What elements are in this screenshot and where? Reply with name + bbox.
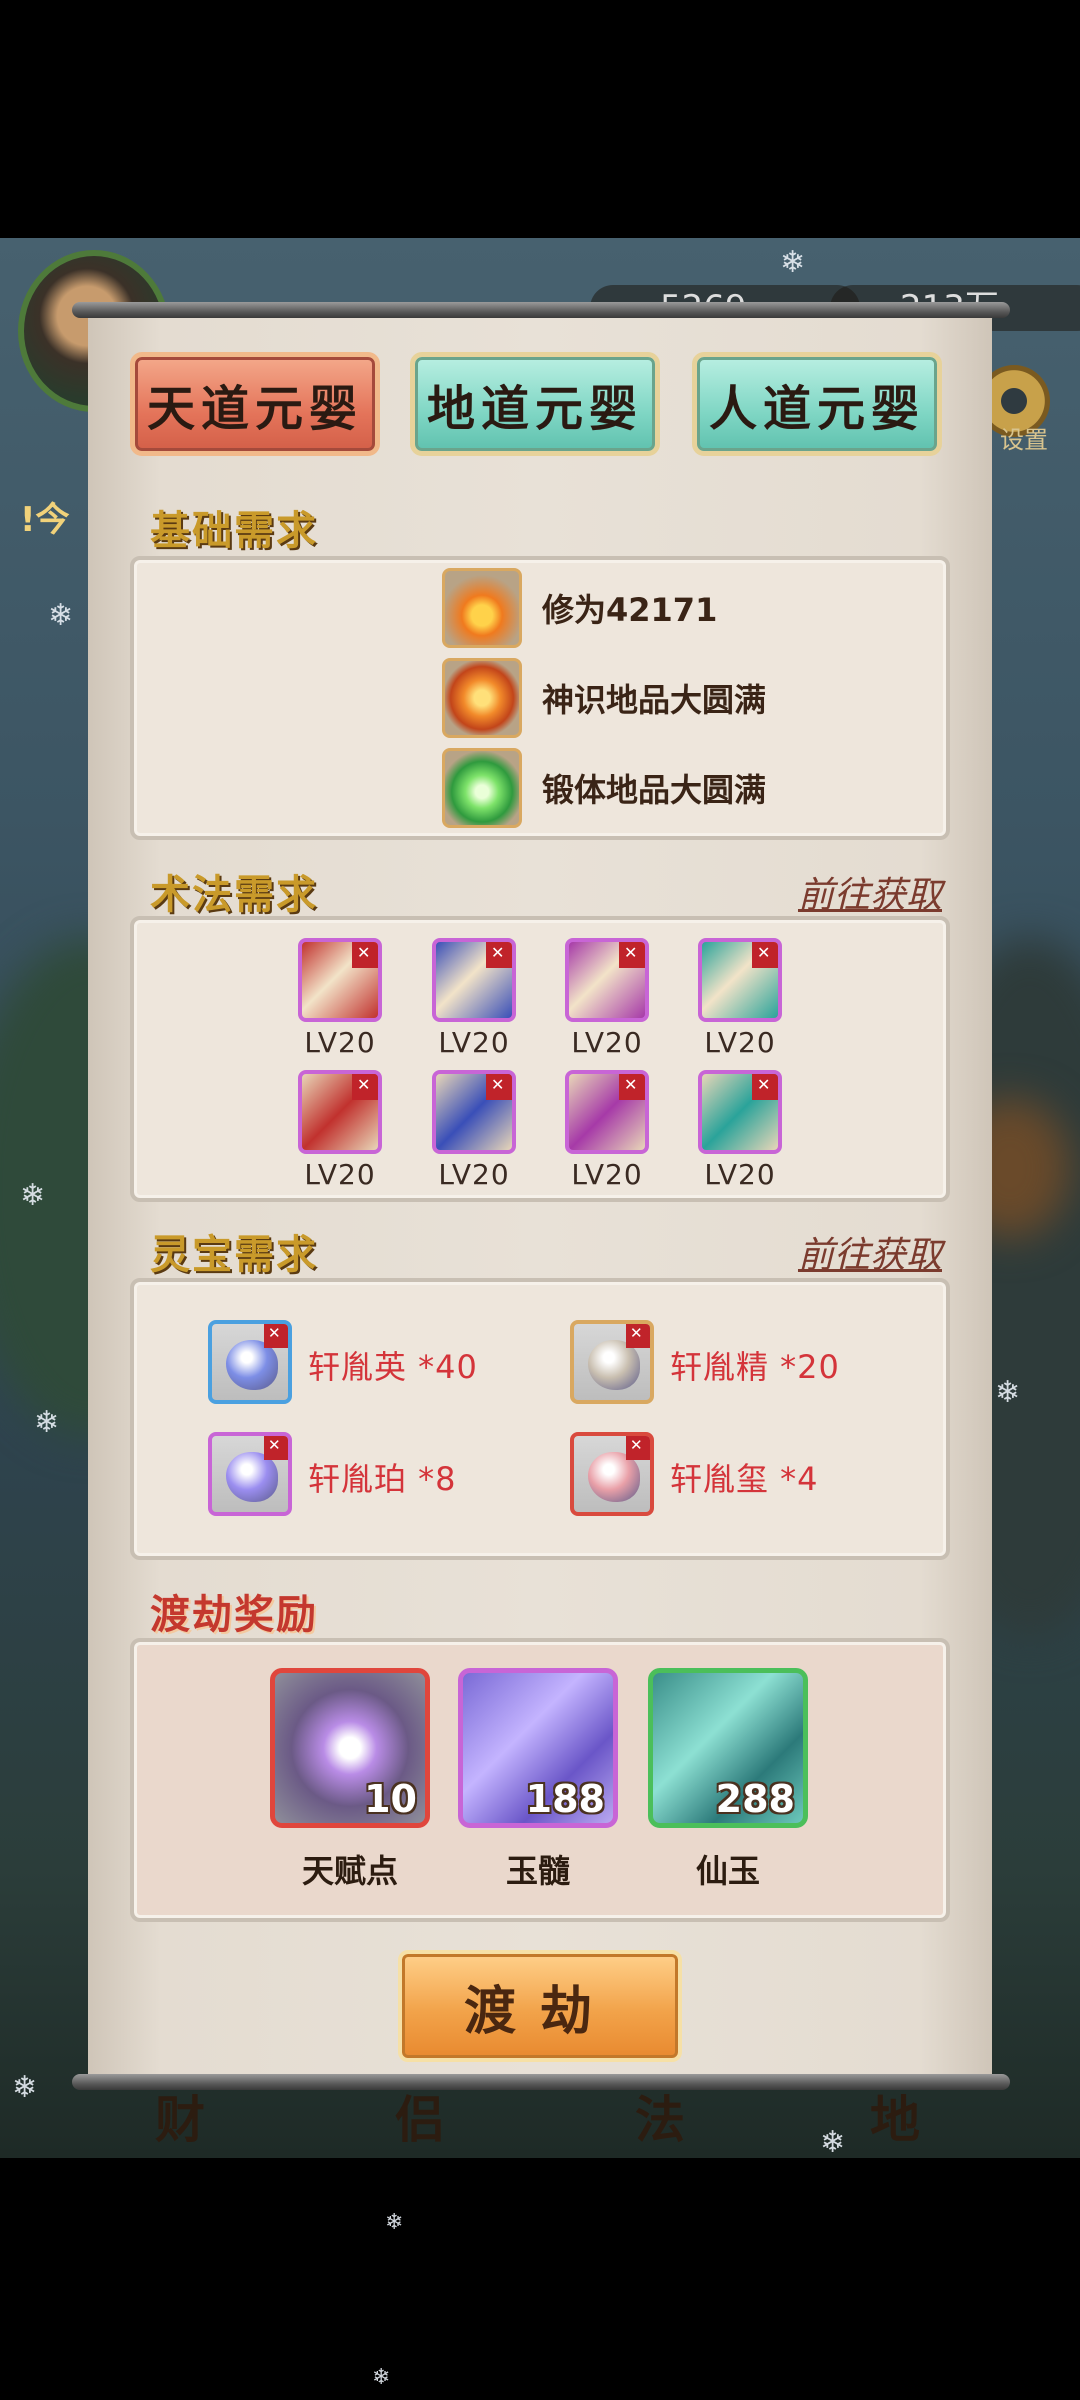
skill-book-level: LV20 [704, 1158, 776, 1191]
rewards-title: 渡劫奖励 [150, 1591, 318, 1638]
ribbon-icon [486, 942, 512, 968]
treasures-goto-link[interactable]: 前往获取 [798, 1226, 942, 1278]
skill-book-level: LV20 [438, 1158, 510, 1191]
skill-book-icon[interactable] [565, 1070, 649, 1154]
treasure-requirement-text: 轩胤英 *40 [308, 1348, 478, 1386]
snowflake-icon: ❄ [780, 245, 806, 280]
ribbon-icon [352, 942, 378, 968]
treasure-gem-icon[interactable] [570, 1432, 654, 1516]
lotus-icon [442, 748, 522, 828]
req-body-forging: 锻体地品大圆满 [442, 748, 766, 828]
tab-heaven-nascent-soul[interactable]: 天道元婴 [130, 352, 380, 456]
req-spirit-sense: 神识地品大圆满 [442, 658, 766, 738]
skills-goto-link[interactable]: 前往获取 [798, 866, 942, 918]
skill-book-icon[interactable] [565, 938, 649, 1022]
treasure-requirement-text: 轩胤精 *20 [670, 1348, 840, 1386]
treasure-gem-icon[interactable] [570, 1320, 654, 1404]
basic-requirements-title: 基础需求 [150, 507, 318, 554]
skill-requirements-title: 术法需求 [150, 871, 318, 918]
tab-human-nascent-soul[interactable]: 人道元婴 [692, 352, 942, 456]
skill-book-icon[interactable] [432, 1070, 516, 1154]
snowflake-icon: ❄ [34, 1405, 60, 1440]
treasure-requirement-text: 轩胤珀 *8 [308, 1460, 457, 1498]
skill-book-icon[interactable] [298, 938, 382, 1022]
skill-book-level: LV20 [438, 1026, 510, 1059]
skill-book-level: LV20 [304, 1158, 376, 1191]
snowflake-icon: ❄ [48, 598, 74, 633]
treasure-gem-icon[interactable] [208, 1432, 292, 1516]
tribulation-button[interactable]: 渡劫 [398, 1950, 682, 2062]
skill-book-icon[interactable] [698, 1070, 782, 1154]
reward-name: 仙玉 [695, 1852, 760, 1890]
req-body-forging-text: 锻体地品大圆满 [542, 771, 767, 809]
settings-label: 设置 [1000, 426, 1048, 454]
snowflake-icon: ❄ [372, 2365, 391, 2390]
ribbon-icon [486, 1074, 512, 1100]
reward-name: 玉髓 [505, 1852, 570, 1890]
reward-item-icon[interactable]: 10 [270, 1668, 430, 1828]
req-cultivation: 修为42171 [442, 568, 717, 648]
reward-item-icon[interactable]: 188 [458, 1668, 618, 1828]
ribbon-icon [264, 1436, 288, 1460]
skill-book-icon[interactable] [298, 1070, 382, 1154]
ribbon-icon [264, 1324, 288, 1348]
bottom-nav-item-2[interactable]: 侣 [395, 2080, 445, 2152]
req-spirit-sense-text: 神识地品大圆满 [542, 681, 767, 719]
reward-count: 288 [715, 1777, 795, 1821]
treasure-gem-icon[interactable] [208, 1320, 292, 1404]
skill-requirements-box [130, 916, 950, 1202]
treasure-requirement-text: 轩胤玺 *4 [670, 1460, 819, 1498]
ribbon-icon [619, 1074, 645, 1100]
req-cultivation-text: 修为42171 [542, 591, 718, 629]
skill-book-icon[interactable] [698, 938, 782, 1022]
reward-name: 天赋点 [301, 1852, 398, 1890]
reward-item-icon[interactable]: 288 [648, 1668, 808, 1828]
ribbon-icon [626, 1436, 650, 1460]
snowflake-icon: ❄ [20, 1178, 46, 1213]
bottom-nav-item-4[interactable]: 地 [870, 2080, 920, 2152]
bottom-nav-item-1[interactable]: 财 [155, 2080, 205, 2152]
snowflake-icon: ❄ [12, 2070, 38, 2105]
skill-book-icon[interactable] [432, 938, 516, 1022]
reward-count: 188 [525, 1777, 605, 1821]
snowflake-icon: ❄ [385, 2210, 404, 2235]
snowflake-icon: ❄ [995, 1375, 1021, 1410]
skill-book-level: LV20 [704, 1026, 776, 1059]
side-text: !今 [20, 500, 70, 540]
ribbon-icon [626, 1324, 650, 1348]
ribbon-icon [619, 942, 645, 968]
snowflake-icon: ❄ [820, 2125, 846, 2160]
ribbon-icon [752, 1074, 778, 1100]
flame-icon [442, 568, 522, 648]
treasure-requirements-title: 灵宝需求 [150, 1231, 318, 1278]
reward-count: 10 [364, 1777, 417, 1821]
fire-beast-icon [442, 658, 522, 738]
skill-book-level: LV20 [571, 1158, 643, 1191]
ribbon-icon [352, 1074, 378, 1100]
scroll-rod-top [72, 302, 1010, 318]
skill-book-level: LV20 [571, 1026, 643, 1059]
bottom-nav-item-3[interactable]: 法 [635, 2080, 685, 2152]
skill-book-level: LV20 [304, 1026, 376, 1059]
tab-earth-nascent-soul[interactable]: 地道元婴 [410, 352, 660, 456]
scroll-rod-bottom [72, 2074, 1010, 2090]
ribbon-icon [752, 942, 778, 968]
